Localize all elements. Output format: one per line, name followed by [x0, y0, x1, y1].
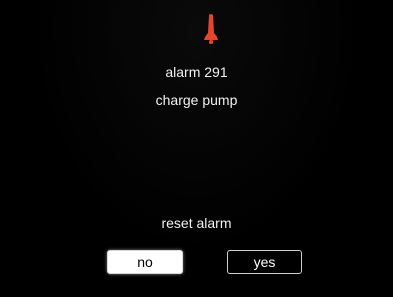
- alarm-number: alarm 291: [165, 64, 228, 80]
- alarm-description: charge pump: [155, 92, 238, 108]
- yes-button[interactable]: yes: [227, 250, 302, 274]
- alarm-bell-icon: [203, 13, 219, 45]
- reset-alarm-prompt: reset alarm: [161, 215, 232, 231]
- no-button[interactable]: no: [107, 250, 183, 274]
- alarm-screen: alarm 291 charge pump reset alarm no yes: [0, 0, 393, 297]
